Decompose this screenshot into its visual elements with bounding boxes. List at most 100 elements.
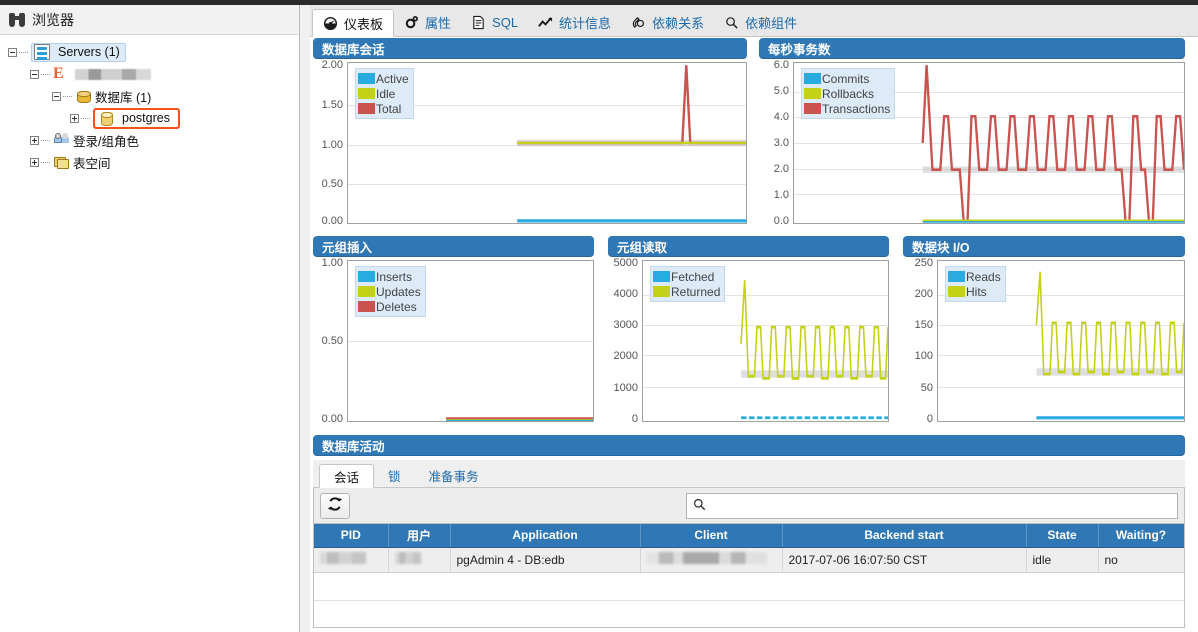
- chart-database-sessions: 2.00 1.50 1.00 0.50 0.00 Active Idle Tot…: [313, 59, 747, 227]
- legend-swatch: [948, 271, 965, 282]
- y-tick: 0: [926, 412, 933, 425]
- chart-line-icon: [538, 15, 553, 30]
- tree-connector: [41, 73, 50, 75]
- tab-sessions[interactable]: 会话: [319, 464, 375, 488]
- activity-toolbar: [313, 488, 1185, 524]
- legend-transactions-per-second: Commits Rollbacks Transactions: [801, 68, 896, 119]
- tree-item-roles[interactable]: 登录/组角色: [0, 129, 299, 151]
- y-axis-tuples-in: 1.00 0.50 0.00: [313, 257, 347, 425]
- tab-locks-label: 锁: [388, 469, 401, 484]
- tree-item-postgres[interactable]: postgres: [0, 107, 299, 129]
- y-tick: 2000: [613, 349, 638, 362]
- tab-dependencies-label: 依赖关系: [652, 15, 705, 31]
- tree-toggle-databases[interactable]: [52, 91, 61, 101]
- dependents-icon: [724, 15, 739, 30]
- panel-title-database-sessions: 数据库会话: [313, 38, 747, 59]
- dependencies-icon: [631, 15, 646, 30]
- y-tick: 0.50: [321, 178, 343, 191]
- legend-swatch: [358, 88, 375, 99]
- tree-toggle-roles[interactable]: [30, 135, 39, 145]
- y-tick: 3000: [613, 318, 638, 331]
- y-tick: 4000: [613, 288, 638, 301]
- column-header-waiting[interactable]: Waiting?: [1098, 524, 1184, 548]
- tab-locks[interactable]: 锁: [374, 463, 415, 487]
- table-row[interactable]: pgAdmin 4 - DB:edb 2017-07-06 16:07:50 C…: [314, 547, 1184, 573]
- pgadmin-window: 浏览器 Servers (1) E 数据库 (1) postgres 登录/组角…: [0, 0, 1198, 632]
- y-tick: 1000: [613, 381, 638, 394]
- tab-properties[interactable]: 属性: [394, 8, 461, 36]
- tree-item-servers[interactable]: Servers (1): [0, 41, 299, 63]
- dashboard-icon: [323, 16, 338, 31]
- legend-item: Deletes: [358, 299, 421, 314]
- binoculars-icon: [9, 12, 25, 27]
- y-tick: 0.00: [321, 412, 343, 425]
- plot-area-transactions-per-second: Commits Rollbacks Transactions: [793, 62, 1185, 224]
- redacted-value: [646, 552, 767, 564]
- tree-item-servers-selected[interactable]: Servers (1): [31, 42, 126, 62]
- tree-item-databases[interactable]: 数据库 (1): [0, 85, 299, 107]
- legend-label: Transactions: [822, 101, 891, 116]
- tree-toggle-tablespaces[interactable]: [30, 157, 39, 167]
- legend-label: Hits: [966, 284, 987, 299]
- column-header-application[interactable]: Application: [450, 524, 641, 548]
- tablespaces-icon: [53, 154, 69, 170]
- tab-dependents[interactable]: 依赖组件: [714, 8, 807, 36]
- panel-tuples-out: 元组读取 5000 4000 3000 2000 1000 0 Fetched …: [608, 236, 889, 425]
- tree-toggle-servers[interactable]: [8, 47, 17, 57]
- tree-item-postgres-highlight[interactable]: postgres: [93, 107, 180, 129]
- redacted-value: [394, 552, 421, 564]
- column-header-pid[interactable]: PID: [314, 524, 389, 548]
- object-tree[interactable]: Servers (1) E 数据库 (1) postgres 登录/组角色 表空…: [0, 35, 299, 173]
- column-header-user[interactable]: 用户: [388, 524, 451, 548]
- tree-label-postgres: postgres: [122, 111, 170, 125]
- object-tab-bar: 仪表板 属性 SQL 统计信息 依赖关系 依赖组件: [310, 5, 1198, 37]
- tree-label-server-redacted: [75, 68, 151, 80]
- tab-sessions-label: 会话: [334, 470, 360, 485]
- legend-item: Inserts: [358, 269, 421, 284]
- chart-block-io: 250 200 150 100 50 0 Reads Hits: [903, 257, 1185, 425]
- chart-tuples-out: 5000 4000 3000 2000 1000 0 Fetched Retur…: [608, 257, 889, 425]
- tab-sql[interactable]: SQL: [461, 8, 528, 36]
- column-header-state[interactable]: State: [1026, 524, 1099, 548]
- search-box[interactable]: [686, 492, 1178, 519]
- tab-dependencies[interactable]: 依赖关系: [621, 8, 714, 36]
- y-tick: 2.0: [773, 162, 789, 175]
- tab-statistics[interactable]: 统计信息: [528, 8, 621, 36]
- tab-sql-label: SQL: [492, 14, 519, 30]
- y-axis-tuples-out: 5000 4000 3000 2000 1000 0: [608, 257, 642, 425]
- tree-label-tablespaces: 表空间: [73, 156, 111, 171]
- y-axis-block-io: 250 200 150 100 50 0: [903, 257, 937, 425]
- y-tick: 50: [920, 381, 933, 394]
- tree-toggle-postgres[interactable]: [70, 113, 79, 123]
- search-input[interactable]: [711, 497, 1171, 514]
- panel-splitter[interactable]: [300, 5, 310, 632]
- legend-label: Active: [376, 71, 409, 86]
- cell-client: [640, 547, 783, 573]
- y-tick: 6.0: [773, 59, 789, 72]
- tree-item-server[interactable]: E: [0, 63, 299, 85]
- legend-item: Transactions: [804, 101, 890, 116]
- tree-toggle-server[interactable]: [30, 69, 39, 79]
- legend-label: Idle: [376, 86, 396, 101]
- tree-label-servers: Servers (1): [58, 45, 120, 59]
- table-header-row: PID 用户 Application Client Backend start …: [314, 524, 1184, 548]
- y-tick: 150: [914, 318, 933, 331]
- tab-prepared-transactions[interactable]: 准备事务: [415, 463, 493, 487]
- search-icon: [693, 498, 706, 514]
- legend-item: Fetched: [653, 269, 720, 284]
- database-icon: [98, 110, 114, 126]
- activity-tab-bar: 会话 锁 准备事务: [313, 460, 1185, 488]
- legend-block-io: Reads Hits: [945, 266, 1006, 302]
- tree-item-tablespaces[interactable]: 表空间: [0, 151, 299, 173]
- legend-swatch: [358, 103, 375, 114]
- legend-item: Rollbacks: [804, 86, 890, 101]
- tab-dashboard[interactable]: 仪表板: [312, 9, 395, 37]
- y-tick: 1.00: [321, 138, 343, 151]
- column-header-client[interactable]: Client: [640, 524, 783, 548]
- column-header-backend-start[interactable]: Backend start: [782, 524, 1027, 548]
- roles-icon: [53, 132, 69, 148]
- refresh-button[interactable]: [320, 492, 350, 519]
- refresh-icon: [327, 496, 343, 515]
- tab-properties-label: 属性: [425, 15, 452, 31]
- legend-label: Deletes: [376, 299, 417, 314]
